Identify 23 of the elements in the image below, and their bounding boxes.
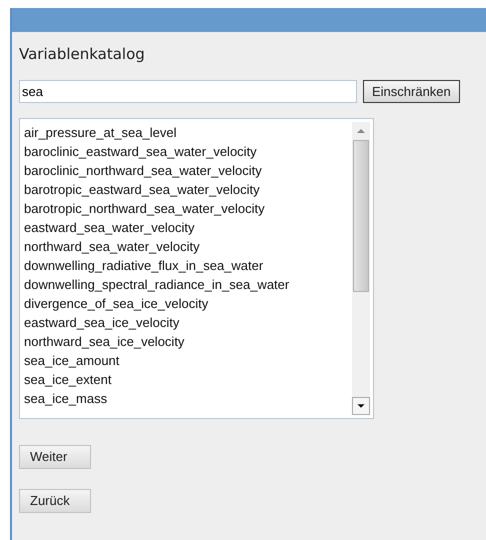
- list-item[interactable]: eastward_sea_ice_velocity: [24, 313, 352, 332]
- list-item[interactable]: northward_sea_ice_velocity: [24, 332, 352, 351]
- scrollbar[interactable]: [352, 122, 370, 415]
- search-field[interactable]: sea: [19, 80, 357, 103]
- list-item[interactable]: barotropic_northward_sea_water_velocity: [24, 199, 352, 218]
- scrollbar-thumb[interactable]: [353, 140, 369, 292]
- list-item[interactable]: sea_ice_amount: [24, 351, 352, 370]
- back-button[interactable]: Zurück: [19, 489, 91, 513]
- list-item[interactable]: divergence_of_sea_ice_velocity: [24, 294, 352, 313]
- list-item[interactable]: eastward_sea_water_velocity: [24, 218, 352, 237]
- next-button[interactable]: Weiter: [19, 445, 91, 469]
- list-item[interactable]: sea_ice_extent: [24, 370, 352, 389]
- list-item[interactable]: baroclinic_northward_sea_water_velocity: [24, 161, 352, 180]
- list-item[interactable]: downwelling_spectral_radiance_in_sea_water: [24, 275, 352, 294]
- list-item[interactable]: downwelling_radiative_flux_in_sea_water: [24, 256, 352, 275]
- filter-button[interactable]: Einschränken: [363, 80, 460, 103]
- list-item[interactable]: barotropic_eastward_sea_water_velocity: [24, 180, 352, 199]
- list-item[interactable]: sea_ice_mass: [24, 389, 352, 408]
- panel-title: Variablenkatalog: [19, 44, 146, 64]
- list-item[interactable]: air_pressure_at_sea_level: [24, 123, 352, 142]
- list-item[interactable]: baroclinic_eastward_sea_water_velocity: [24, 142, 352, 161]
- scroll-down-icon[interactable]: [352, 397, 370, 415]
- list-item[interactable]: northward_sea_water_velocity: [24, 237, 352, 256]
